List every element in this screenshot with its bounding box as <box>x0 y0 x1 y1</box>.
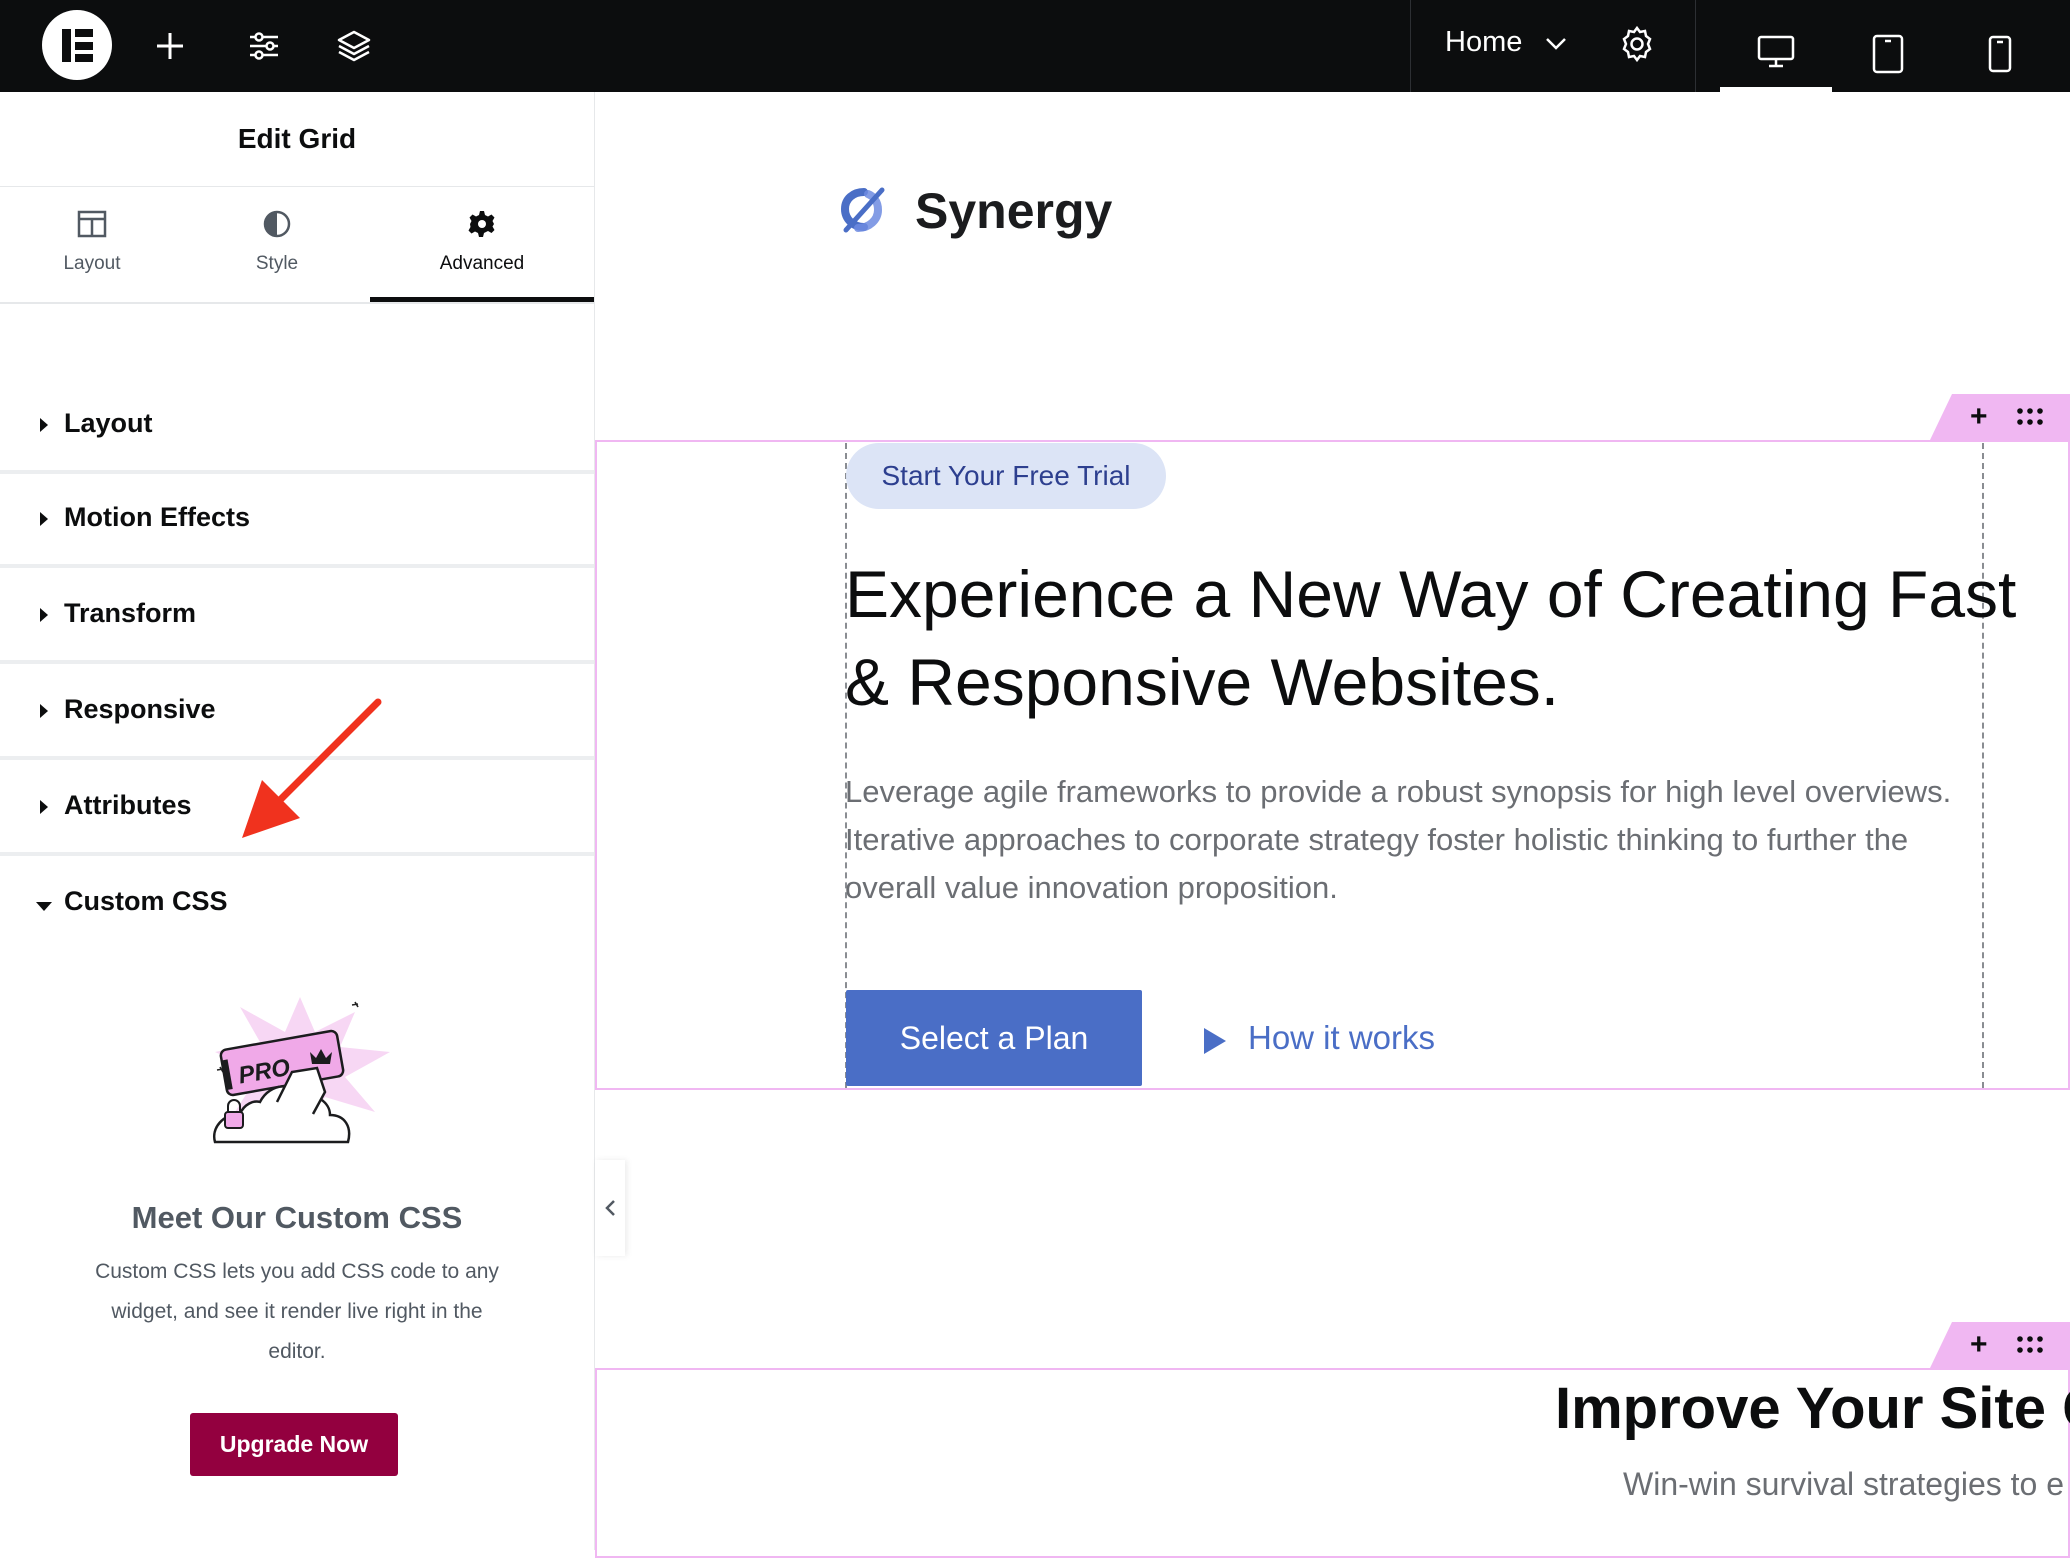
section-custom-css[interactable]: Custom CSS <box>0 858 594 952</box>
collapse-panel-handle[interactable] <box>595 1160 625 1256</box>
section-handle[interactable]: + <box>1930 394 2070 440</box>
tab-advanced[interactable]: Advanced <box>370 187 594 302</box>
select-plan-button[interactable]: Select a Plan <box>846 990 1142 1086</box>
section2-text[interactable]: Win-win survival strategies to e <box>1623 1466 2064 1503</box>
chevron-down-icon[interactable] <box>1543 30 1569 56</box>
page-name[interactable]: Home <box>1445 26 1522 59</box>
synergy-logo-icon <box>840 187 885 233</box>
gear-icon <box>468 211 495 237</box>
half-circle-icon <box>263 210 291 238</box>
section-transform[interactable]: Transform <box>0 570 594 664</box>
promo-title: Meet Our Custom CSS <box>131 1200 463 1235</box>
hero-paragraph[interactable]: Leverage agile frameworks to provide a r… <box>845 768 1985 912</box>
add-section-icon[interactable]: + <box>1970 1328 1988 1362</box>
page-settings-gear-icon[interactable] <box>1615 22 1659 66</box>
pro-illustration: PRO <box>212 997 390 1144</box>
elementor-logo-icon[interactable] <box>42 10 112 80</box>
drag-handle-icon[interactable] <box>2016 406 2044 428</box>
desktop-view-icon[interactable] <box>1720 16 1832 92</box>
drag-handle-icon[interactable] <box>2016 1334 2044 1356</box>
structure-layers-icon[interactable] <box>330 22 378 70</box>
add-section-icon[interactable]: + <box>1970 400 1988 434</box>
section2-heading[interactable]: Improve Your Site C <box>1555 1375 2070 1442</box>
free-trial-badge[interactable]: Start Your Free Trial <box>846 443 1166 509</box>
caret-right-icon <box>40 418 48 432</box>
caret-right-icon <box>40 800 48 814</box>
caret-down-icon <box>36 902 52 911</box>
tab-layout[interactable]: Layout <box>0 187 184 302</box>
play-icon <box>1204 1028 1226 1054</box>
caret-right-icon <box>40 608 48 622</box>
panel-title: Edit Grid <box>0 92 594 187</box>
panel-tabs: Layout Style Advanced <box>0 187 594 304</box>
hero-heading[interactable]: Experience a New Way of Creating Fast & … <box>845 550 2045 726</box>
columns-icon <box>77 210 107 238</box>
chevron-left-icon <box>605 1200 615 1216</box>
annotation-arrow-icon <box>242 698 382 838</box>
section-motion-effects[interactable]: Motion Effects <box>0 474 594 568</box>
site-settings-sliders-icon[interactable] <box>240 22 288 70</box>
section-layout[interactable]: Layout <box>0 380 594 474</box>
mobile-view-icon[interactable] <box>1944 16 2056 92</box>
promo-description: Custom CSS lets you add CSS code to any … <box>95 1260 499 1363</box>
caret-right-icon <box>40 512 48 526</box>
section-handle[interactable]: + <box>1930 1322 2070 1368</box>
caret-right-icon <box>40 704 48 718</box>
brand-name: Synergy <box>915 183 1113 239</box>
page-selector[interactable]: Home <box>1410 0 1696 92</box>
tablet-view-icon[interactable] <box>1832 16 1944 92</box>
how-it-works-link[interactable]: How it works <box>1248 1019 1435 1057</box>
add-element-icon[interactable] <box>146 22 194 70</box>
editor-top-bar: Home <box>0 0 2070 92</box>
upgrade-now-button[interactable]: Upgrade Now <box>190 1413 398 1476</box>
tab-style[interactable]: Style <box>184 187 370 302</box>
